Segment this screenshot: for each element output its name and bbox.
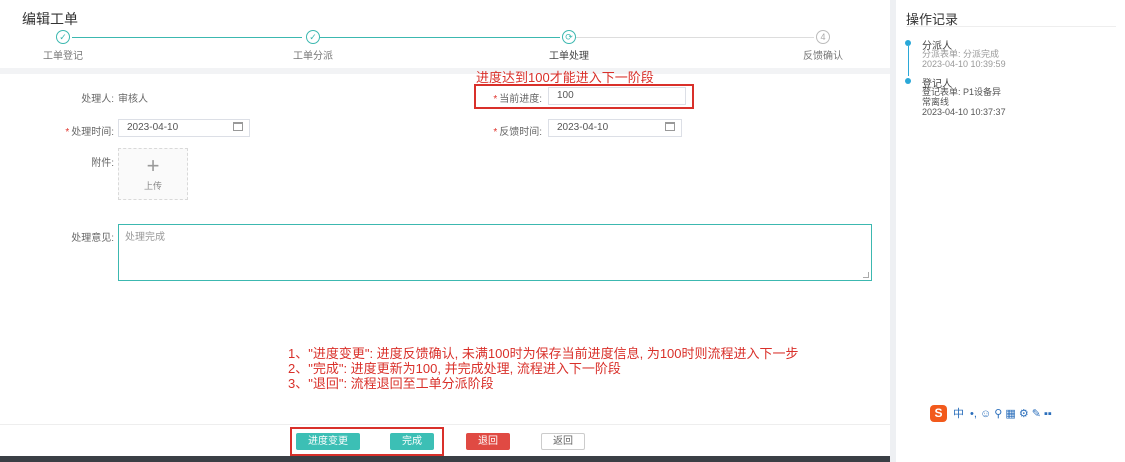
section-divider — [0, 68, 890, 74]
footer-divider — [0, 424, 890, 425]
progress-label: * 当前进度: — [493, 94, 542, 105]
timeline-dot-icon — [905, 78, 911, 84]
upload-label: 上传 — [143, 181, 162, 191]
upload-button[interactable]: + 上传 — [118, 148, 188, 200]
operation-log-panel: 操作记录 分派人 分派表单: 分派完成 2023-04-10 10:39:59 … — [896, 0, 1125, 462]
attachment-label: 附件: — [91, 158, 114, 169]
required-mark: * — [65, 127, 70, 138]
calendar-icon[interactable] — [665, 122, 675, 131]
complete-button[interactable]: 完成 — [390, 433, 434, 450]
main-panel: 编辑工单 ✓ 工单登记 ✓ 工单分派 ⟳ 工单处理 4 反馈确认 进度达到100… — [0, 0, 890, 462]
step-complete-icon: ✓ — [306, 30, 320, 44]
step-processing-icon: ⟳ — [562, 30, 576, 44]
required-mark: * — [493, 127, 498, 138]
sogou-logo-icon: S — [930, 404, 947, 422]
opinion-value: 处理完成 — [125, 232, 165, 243]
plus-icon: + — [146, 153, 160, 178]
ime-toolbar[interactable]: S 中 •, ☺ ⚲ ▦ ⚙ ✎ ▪▪ — [930, 404, 1052, 422]
step-label-process: 工单处理 — [549, 51, 589, 62]
back-button[interactable]: 返回 — [541, 433, 585, 450]
opinion-label: 处理意见: — [71, 233, 114, 244]
progress-input[interactable]: 100 — [548, 87, 686, 105]
resize-grip-icon[interactable] — [863, 272, 869, 278]
note-line: 1、"进度变更": 进度反馈确认, 未满100时为保存当前进度信息, 为100时… — [288, 346, 799, 361]
step-pending-icon: 4 — [816, 30, 830, 44]
step-label-register: 工单登记 — [43, 51, 83, 62]
record-desc: 分派表单: 分派完成 — [922, 49, 1000, 59]
record-desc: 登记表单: P1设备异 — [922, 87, 1002, 97]
required-mark: * — [493, 94, 498, 105]
calendar-icon[interactable] — [233, 122, 243, 131]
handle-time-label: * 处理时间: — [65, 127, 114, 138]
progress-steps: ✓ 工单登记 ✓ 工单分派 ⟳ 工单处理 4 反馈确认 — [0, 30, 890, 66]
record-desc: 常离线 — [922, 97, 950, 107]
feedback-time-value: 2023-04-10 — [557, 122, 609, 133]
step-label-feedback: 反馈确认 — [803, 51, 843, 62]
timeline-connector — [908, 46, 909, 76]
feedback-time-label: * 反馈时间: — [493, 127, 542, 138]
step-connector — [72, 37, 302, 38]
handler-value: 审核人 — [118, 94, 148, 105]
annotation-notes: 1、"进度变更": 进度反馈确认, 未满100时为保存当前进度信息, 为100时… — [288, 346, 799, 391]
feedback-time-date-picker[interactable]: 2023-04-10 — [548, 119, 682, 137]
sidebar-divider — [906, 26, 1116, 27]
ime-language-icon[interactable]: 中 — [953, 405, 964, 421]
note-line: 2、"完成": 进度更新为100, 并完成处理, 流程进入下一阶段 — [288, 361, 621, 376]
handler-label: 处理人: — [81, 94, 114, 105]
step-connector — [320, 37, 560, 38]
ime-tools-icon[interactable]: •, ☺ ⚲ ▦ ⚙ ✎ ▪▪ — [970, 407, 1052, 420]
step-label-assign: 工单分派 — [293, 51, 333, 62]
record-time: 2023-04-10 10:37:37 — [922, 107, 1006, 117]
handle-time-date-picker[interactable]: 2023-04-10 — [118, 119, 250, 137]
step-connector — [576, 37, 814, 38]
taskbar-strip — [0, 456, 890, 462]
step-complete-icon: ✓ — [56, 30, 70, 44]
reject-button[interactable]: 退回 — [466, 433, 510, 450]
note-line: 3、"退回": 流程退回至工单分派阶段 — [288, 376, 494, 391]
page-title: 编辑工单 — [22, 11, 78, 27]
handle-time-value: 2023-04-10 — [127, 122, 179, 133]
progress-change-button[interactable]: 进度变更 — [296, 433, 360, 450]
opinion-textarea[interactable]: 处理完成 — [118, 224, 872, 281]
record-time: 2023-04-10 10:39:59 — [922, 59, 1006, 69]
